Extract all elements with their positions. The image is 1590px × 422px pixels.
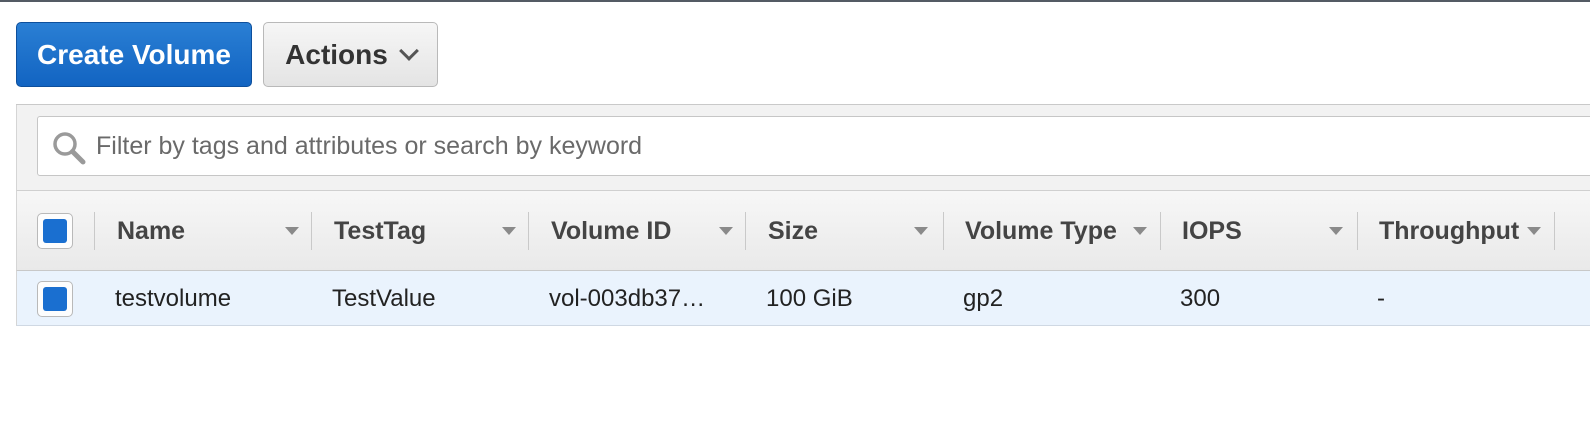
column-divider[interactable] bbox=[94, 212, 95, 250]
sort-arrow-icon bbox=[1329, 227, 1343, 235]
search-icon bbox=[53, 132, 86, 165]
column-header-volume-type[interactable]: Volume Type bbox=[965, 191, 1160, 271]
sort-arrow-icon bbox=[502, 227, 516, 235]
table-row[interactable]: testvolume TestValue vol-003db37… 100 Gi… bbox=[16, 271, 1590, 326]
cell-volume-type: gp2 bbox=[963, 284, 1004, 312]
column-divider[interactable] bbox=[745, 212, 746, 250]
row-checkbox[interactable] bbox=[37, 281, 73, 317]
cell-size: 100 GiB bbox=[766, 284, 853, 312]
column-header-size[interactable]: Size bbox=[768, 191, 958, 271]
column-header-label: Name bbox=[117, 216, 186, 245]
column-header-iops[interactable]: IOPS bbox=[1182, 191, 1372, 271]
checkbox-fill bbox=[43, 287, 67, 311]
column-header-label: IOPS bbox=[1182, 216, 1242, 245]
column-header-label: Volume Type bbox=[965, 216, 1117, 245]
column-header-label: Throughput bbox=[1379, 216, 1520, 245]
search-input[interactable] bbox=[96, 125, 1546, 167]
sort-arrow-icon bbox=[719, 227, 733, 235]
cell-name: testvolume bbox=[115, 284, 232, 312]
column-header-testtag[interactable]: TestTag bbox=[334, 191, 524, 271]
top-border bbox=[0, 0, 1590, 2]
column-divider[interactable] bbox=[1357, 212, 1358, 250]
checkbox-fill bbox=[43, 219, 67, 243]
volumes-table-panel: Name TestTag Volume ID Size Volume Type … bbox=[16, 104, 1590, 326]
cell-throughput: - bbox=[1377, 284, 1385, 312]
sort-arrow-icon bbox=[1527, 227, 1541, 235]
column-divider[interactable] bbox=[311, 212, 312, 250]
cell-testtag: TestValue bbox=[332, 284, 436, 312]
column-header-name[interactable]: Name bbox=[117, 191, 307, 271]
select-all-checkbox[interactable] bbox=[37, 213, 73, 249]
table-header-row: Name TestTag Volume ID Size Volume Type … bbox=[16, 191, 1590, 271]
column-divider[interactable] bbox=[943, 212, 944, 250]
column-divider[interactable] bbox=[528, 212, 529, 250]
sort-arrow-icon bbox=[1133, 227, 1147, 235]
column-header-label: Size bbox=[768, 216, 819, 245]
chevron-down-icon bbox=[398, 40, 419, 61]
sort-arrow-icon bbox=[914, 227, 928, 235]
column-divider[interactable] bbox=[1554, 212, 1555, 250]
create-volume-button[interactable]: Create Volume bbox=[16, 22, 252, 87]
column-header-label: Volume ID bbox=[551, 216, 672, 245]
sort-arrow-icon bbox=[285, 227, 299, 235]
column-header-volume-id[interactable]: Volume ID bbox=[551, 191, 741, 271]
column-header-label: TestTag bbox=[334, 216, 427, 245]
column-header-throughput[interactable]: Throughput bbox=[1379, 191, 1549, 271]
column-divider[interactable] bbox=[1160, 212, 1161, 250]
create-volume-label: Create Volume bbox=[37, 38, 231, 70]
filter-bar bbox=[16, 105, 1590, 191]
cell-volume-id[interactable]: vol-003db37… bbox=[549, 271, 705, 326]
actions-label: Actions bbox=[285, 38, 388, 70]
cell-iops: 300 bbox=[1180, 284, 1221, 312]
actions-dropdown-button[interactable]: Actions bbox=[263, 22, 438, 87]
search-box[interactable] bbox=[37, 116, 1590, 176]
